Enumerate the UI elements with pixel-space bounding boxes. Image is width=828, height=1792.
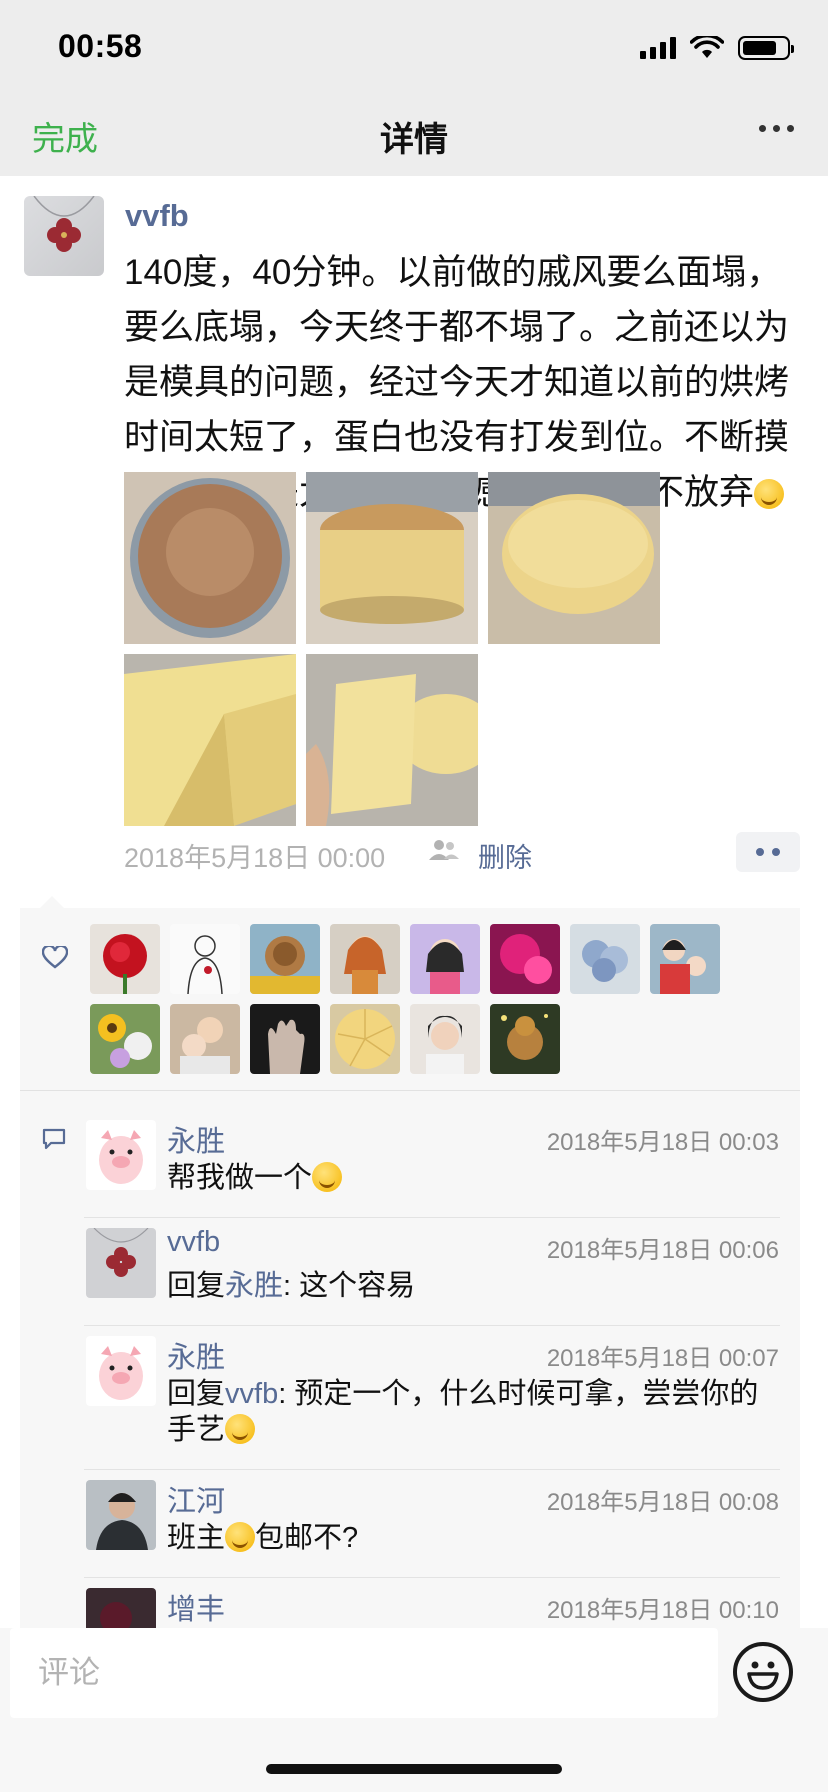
top-bar: 00:58 完成 详情 [0, 0, 828, 176]
friends-visibility-icon [429, 840, 459, 860]
comment-time: 2018年5月18日 00:07 [546, 1345, 779, 1372]
liker-avatar[interactable] [570, 924, 640, 994]
commenter-avatar[interactable] [86, 1588, 156, 1628]
comment-text[interactable]: 回复永胜: 这个容易 [167, 1268, 787, 1304]
comment-body: 帮我做一个 [167, 1162, 313, 1194]
reply-prefix: 回复 [167, 1270, 226, 1302]
reply-to-name[interactable]: 永胜 [225, 1270, 283, 1302]
liker-avatar[interactable] [650, 924, 720, 994]
status-icons [640, 36, 794, 60]
comment-text[interactable]: 帮我做一个 [167, 1160, 787, 1196]
comment-text[interactable]: 班主 包邮不? [167, 1520, 787, 1556]
wifi-icon [690, 36, 724, 58]
comment-text[interactable]: 回复vvfb: 预定一个，什么时候可拿，尝尝你的手艺 [167, 1376, 787, 1448]
liker-avatar[interactable] [490, 1004, 560, 1074]
smiley-face-icon [747, 1661, 779, 1690]
reply-prefix: 回复 [167, 1378, 226, 1410]
commenter-name[interactable]: 江河 [167, 1478, 225, 1520]
author-avatar[interactable] [24, 196, 104, 276]
liker-avatar[interactable] [90, 924, 160, 994]
post-photo-3[interactable] [488, 472, 660, 644]
comment-body-after: 包邮不? [255, 1522, 359, 1554]
liker-avatar[interactable] [250, 924, 320, 994]
reply-to-name[interactable]: vvfb [225, 1378, 278, 1410]
post-photo-2[interactable] [306, 472, 478, 644]
heart-eyes-emoji-icon [225, 1522, 256, 1552]
home-indicator [266, 1764, 562, 1774]
post-author-name[interactable]: vvfb [125, 198, 189, 234]
liker-avatar[interactable] [490, 924, 560, 994]
post-timestamp: 2018年5月18日 00:00 [124, 843, 386, 873]
commenter-avatar[interactable] [86, 1228, 156, 1298]
panel-divider [20, 1090, 800, 1091]
liker-avatar[interactable] [170, 924, 240, 994]
liker-avatar[interactable] [410, 1004, 480, 1074]
commenter-name[interactable]: vvfb [167, 1226, 220, 1259]
post-photo-4[interactable] [124, 654, 296, 826]
comment-time: 2018年5月18日 00:08 [546, 1489, 779, 1516]
battery-icon [738, 36, 794, 60]
comment-body: 班主 [167, 1522, 226, 1554]
heart-icon [42, 946, 68, 969]
post-photo-1[interactable] [124, 472, 296, 644]
comment-divider [84, 1577, 780, 1578]
grin-emoji-icon [312, 1162, 343, 1192]
commenter-name[interactable]: 增丰 [167, 1586, 225, 1628]
panel-pointer [40, 896, 64, 908]
commenter-name[interactable]: 永胜 [167, 1118, 225, 1160]
liker-avatar[interactable] [330, 924, 400, 994]
more-options-icon[interactable] [759, 125, 794, 132]
post-photo-5[interactable] [306, 654, 478, 826]
comment-time: 2018年5月18日 00:03 [546, 1129, 779, 1156]
delete-link[interactable]: 删除 [478, 836, 532, 875]
smile-emoji-icon [754, 479, 785, 509]
commenter-name[interactable]: 永胜 [167, 1334, 225, 1376]
comment-time: 2018年5月18日 00:10 [546, 1597, 779, 1624]
emoji-picker-button[interactable] [733, 1642, 793, 1702]
signal-icon [640, 37, 676, 59]
comment-input[interactable] [10, 1628, 718, 1718]
liker-avatar[interactable] [330, 1004, 400, 1074]
like-comment-menu-button[interactable] [736, 832, 800, 872]
commenter-avatar[interactable] [86, 1480, 156, 1550]
comment-icon [42, 1128, 66, 1150]
comment-input-bar [0, 1628, 828, 1792]
liker-avatar[interactable] [410, 924, 480, 994]
liker-avatar[interactable] [170, 1004, 240, 1074]
liker-avatar[interactable] [250, 1004, 320, 1074]
page-title: 详情 [380, 121, 448, 159]
status-time: 00:58 [58, 28, 143, 64]
comment-divider [84, 1325, 780, 1326]
liker-avatar[interactable] [90, 1004, 160, 1074]
comment-time: 2018年5月18日 00:06 [546, 1237, 779, 1264]
comment-body: : 这个容易 [283, 1270, 416, 1302]
comment-divider [84, 1469, 780, 1470]
thinking-emoji-icon [225, 1414, 256, 1444]
commenter-avatar[interactable] [86, 1120, 156, 1190]
comment-divider [84, 1217, 780, 1218]
commenter-avatar[interactable] [86, 1336, 156, 1406]
